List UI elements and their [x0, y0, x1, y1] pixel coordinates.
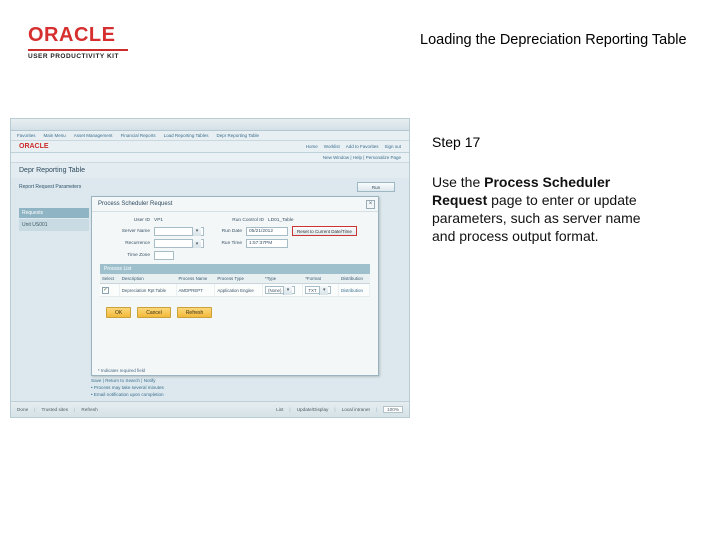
col-process-type: Process Type [215, 274, 263, 284]
user-id-label: User ID [100, 218, 150, 223]
timezone-input[interactable] [154, 251, 174, 260]
brand-rule [28, 49, 128, 51]
utility-row: New Window | Help | Personalize Page [11, 153, 409, 163]
crumb-item: Asset Management [74, 133, 113, 138]
crumb-item: Main Menu [44, 133, 66, 138]
col-process-name: Process Name [176, 274, 215, 284]
format-value: TXT [308, 288, 319, 293]
report-params-label: Report Request Parameters [19, 184, 81, 190]
status-bar: Done | Trusted sites | Refresh List | Up… [11, 401, 409, 417]
col-distribution: Distribution [338, 274, 369, 284]
chevron-down-icon: ▾ [283, 286, 292, 295]
run-date-label: Run Date [208, 229, 242, 234]
run-button[interactable]: Run [357, 182, 395, 192]
server-name-label: Server Name [100, 229, 150, 234]
user-id-value: VP1 [154, 218, 180, 223]
run-time-value: 1:57:37PM [249, 241, 272, 246]
instruction-text: Use the Process Scheduler Request page t… [432, 174, 666, 246]
chevron-down-icon: ▾ [192, 227, 201, 236]
footer-list: List [276, 407, 283, 412]
col-type: *Type [263, 274, 303, 284]
requests-row: Unit US001 [19, 219, 89, 231]
cell-distribution[interactable]: Distribution [338, 284, 369, 297]
link-worklist[interactable]: Worklist [324, 144, 340, 149]
run-time-input[interactable]: 1:57:37PM [246, 239, 288, 248]
crumb-item: Load Reporting Tables [164, 133, 209, 138]
after-dialog-text: Save | Return to Search | Notify • Proce… [91, 378, 379, 399]
requests-sidebar: Requests Unit US001 [19, 208, 89, 231]
embedded-screenshot: Favorites Main Menu Asset Management Fin… [10, 118, 410, 418]
reset-datetime-button[interactable]: Reset to Current Date/Time [292, 226, 357, 236]
recurrence-select[interactable]: ▾ [154, 239, 204, 248]
process-list-header: Process List [100, 264, 370, 274]
app-page-title: Depr Reporting Table [11, 163, 409, 178]
app-body: Report Request Parameters Run Requests U… [11, 178, 409, 408]
close-icon[interactable]: × [366, 200, 375, 209]
required-footnote: * Indicates required field [98, 368, 145, 373]
type-value: (None) [268, 288, 283, 293]
app-links: Home Worklist Add to Favorites Sign out [306, 144, 401, 149]
run-date-input[interactable]: 05/21/2012 [246, 227, 288, 236]
ok-button[interactable]: OK [106, 307, 131, 318]
footer-update: Update/Display [297, 407, 329, 412]
cell-description: Depreciation Rpt Table [119, 284, 176, 297]
status-done: Done [17, 407, 28, 412]
cell-process-type: Application Engine [215, 284, 263, 297]
browser-chrome-top [11, 119, 409, 131]
crumb-item: Depr Reporting Table [217, 133, 259, 138]
oracle-mini-logo: ORACLE [19, 143, 49, 150]
process-scheduler-dialog: × Process Scheduler Request User ID VP1 … [91, 196, 379, 376]
footer-intranet: Local intranet [342, 407, 370, 412]
recurrence-label: Recurrence [100, 241, 150, 246]
run-time-label: Run Time [208, 241, 242, 246]
cancel-button[interactable]: Cancel [137, 307, 171, 318]
oracle-wordmark: ORACLE [28, 24, 128, 47]
col-select: Select [100, 274, 119, 284]
brand-logo: ORACLE USER PRODUCTIVITY KIT [28, 24, 128, 60]
chevron-down-icon: ▾ [192, 239, 201, 248]
timezone-label: Time Zone [100, 253, 150, 258]
server-name-select[interactable]: ▾ [154, 227, 204, 236]
breadcrumb: Favorites Main Menu Asset Management Fin… [11, 131, 409, 141]
col-format: *Format [303, 274, 339, 284]
process-list-table: Select Description Process Name Process … [100, 274, 370, 297]
select-checkbox[interactable]: ✓ [102, 287, 109, 294]
format-select[interactable]: TXT▾ [305, 286, 331, 294]
note-line-2: • Email notification upon completion [91, 392, 379, 399]
requests-header: Requests [19, 208, 89, 218]
run-ctrl-value: LD01_Table [268, 218, 294, 223]
note-line-1: • Process may take several minutes [91, 385, 379, 392]
crumb-item: Financial Reports [121, 133, 156, 138]
instruction-pre: Use the [432, 174, 484, 190]
status-refresh: Refresh [81, 407, 97, 412]
link-home[interactable]: Home [306, 144, 318, 149]
status-trusted: Trusted sites [41, 407, 68, 412]
table-row: ✓ Depreciation Rpt Table AMDPREPT Applic… [100, 284, 370, 297]
run-ctrl-label: Run Control ID [214, 218, 264, 223]
cell-process-name: AMDPREPT [176, 284, 215, 297]
app-header: ORACLE Home Worklist Add to Favorites Si… [11, 141, 409, 153]
upk-subtitle: USER PRODUCTIVITY KIT [28, 53, 128, 60]
run-date-value: 05/21/2012 [249, 229, 273, 234]
type-select[interactable]: (None)▾ [265, 286, 295, 294]
zoom-level: 100% [383, 406, 403, 413]
refresh-button[interactable]: Refresh [177, 307, 213, 318]
col-description: Description [119, 274, 176, 284]
actions-line: Save | Return to Search | Notify [91, 378, 379, 385]
page-title: Loading the Depreciation Reporting Table [420, 32, 687, 48]
link-favorites[interactable]: Add to Favorites [346, 144, 379, 149]
crumb-item: Favorites [17, 133, 36, 138]
step-label: Step 17 [432, 134, 480, 150]
dialog-title: Process Scheduler Request [92, 197, 378, 212]
link-signout[interactable]: Sign out [384, 144, 401, 149]
chevron-down-icon: ▾ [319, 286, 328, 295]
